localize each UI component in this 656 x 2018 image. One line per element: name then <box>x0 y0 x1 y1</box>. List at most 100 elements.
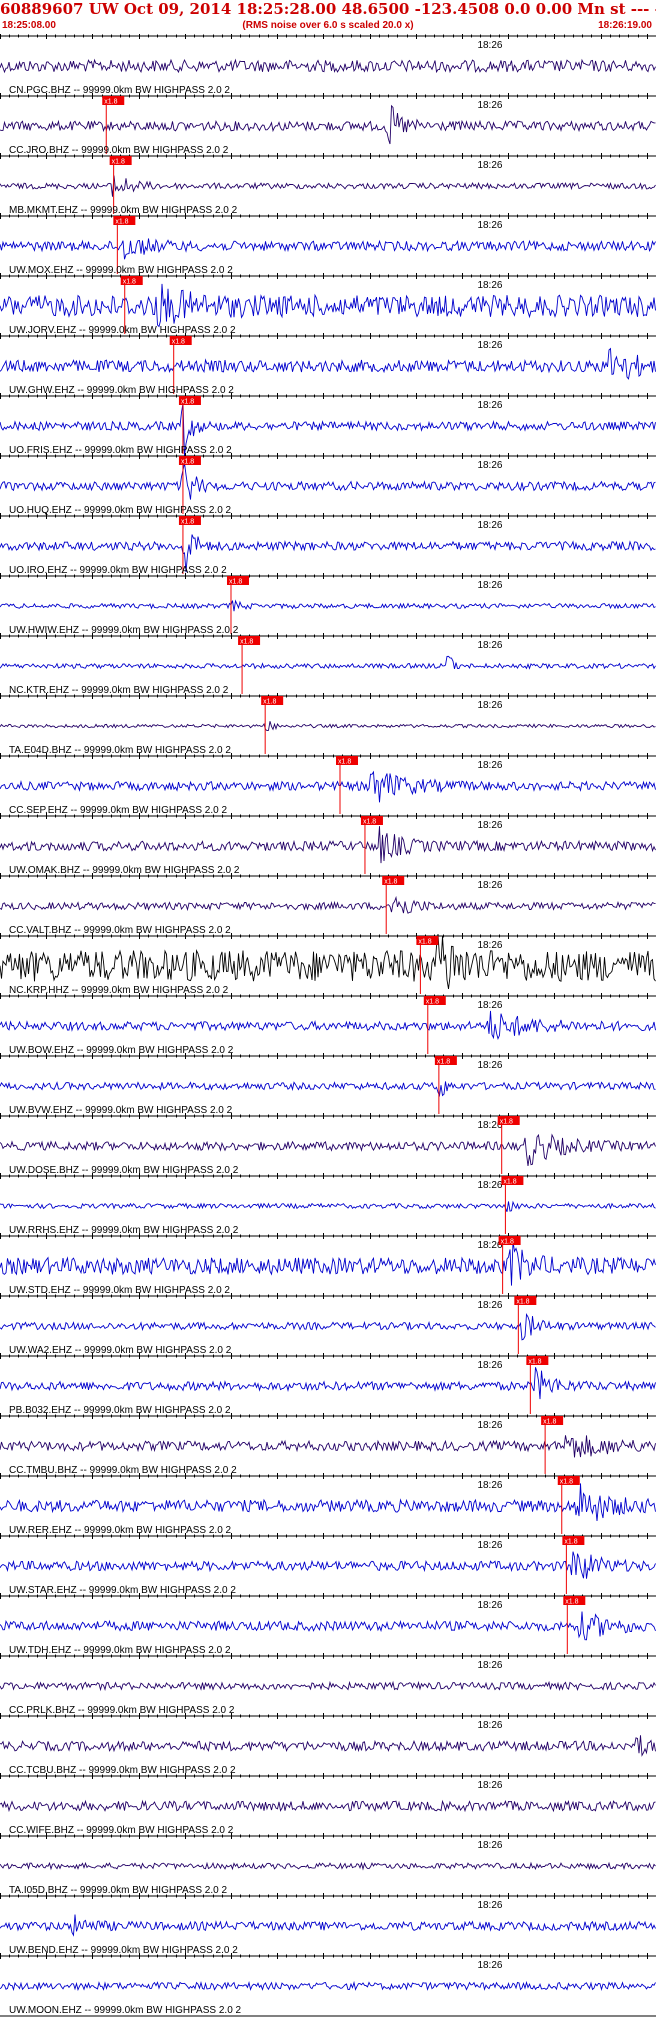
trace-panel: 18:26 TA.I05D.BHZ -- 99999.0km BW HIGHPAS… <box>0 1833 656 1896</box>
trace-panel: 18:26 UW.BEND.EHZ -- 99999.0km BW HIGHPAS… <box>0 1893 656 1956</box>
minute-label: 18:26 <box>477 40 502 51</box>
station-label: CC.PRLK.BHZ -- 99999.0km BW HIGHPASS 2.0… <box>9 1705 235 1716</box>
trace-panel: 18:26 x1.8 TA.E04D.BHZ -- 99999.0km BW HIG… <box>0 693 656 756</box>
trace-panel: 18:26 x1.8 UW.BVW.EHZ -- 99999.0km BW HIGH… <box>0 1053 656 1116</box>
trace-panel: 18:26 x1.8 UW.HWIW.EHZ -- 99999.0km BW HIG… <box>0 573 656 636</box>
minute-label: 18:26 <box>477 640 502 651</box>
trace-panel: 18:26 x1.8 UW.RRHS.EHZ -- 99999.0km BW HIG… <box>0 1173 656 1236</box>
trace-panel: 18:26x1.8UW.DOSE.BHZ -- 99999.0km BW HIG… <box>0 1113 656 1176</box>
pick-label: x1.8 <box>503 1179 516 1186</box>
pick-label: x1.8 <box>528 1359 541 1366</box>
minute-label: 18:26 <box>477 1600 502 1611</box>
waveform-trace <box>0 175 656 197</box>
waveform-trace <box>0 1914 656 1937</box>
trace-panel: 18:26 x1.8 UW.GHW.EHZ -- 99999.0km BW HIGH… <box>0 333 656 396</box>
station-label: UW.HWIW.EHZ -- 99999.0km BW HIGHPASS 2.0… <box>9 625 239 636</box>
minute-label: 18:26 <box>477 520 502 531</box>
pick-label: x1.8 <box>240 639 253 646</box>
waveform-trace <box>0 1861 656 1871</box>
pick-label: x1.8 <box>516 1299 529 1306</box>
pick-label: x1.8 <box>181 459 194 466</box>
noise-note: (RMS noise over 6.0 s scaled 20.0 x) <box>242 20 414 31</box>
minute-label: 18:26 <box>477 880 502 891</box>
station-label: UW.GHW.EHZ -- 99999.0km BW HIGHPASS 2.0 … <box>9 385 234 396</box>
waveform-trace <box>0 58 656 74</box>
pick-label: x1.8 <box>181 519 194 526</box>
station-label: NC.KTR.EHZ -- 99999.0km BW HIGHPASS 2.0 … <box>9 685 229 696</box>
pick-label: x1.8 <box>112 159 125 166</box>
station-label: UW.MOX.EHZ -- 99999.0km BW HIGHPASS 2.0 … <box>9 265 233 276</box>
waveform-trace <box>0 895 656 914</box>
minute-label: 18:26 <box>477 460 502 471</box>
minute-label: 18:26 <box>477 1180 502 1191</box>
minute-label: 18:26 <box>477 1900 502 1911</box>
waveform-trace <box>0 1081 656 1097</box>
trace-panel: 18:26 x1.8 UW.OMAK.BHZ -- 99999.0km BW HIG… <box>0 813 656 876</box>
trace-panel: 18:26 x1.8 UW.WA2.EHZ -- 99999.0km BW HIGH… <box>0 1293 656 1356</box>
minute-label: 18:26 <box>477 1360 502 1371</box>
waveform-trace <box>0 655 656 670</box>
minute-label: 18:26 <box>477 1000 502 1011</box>
waveform-trace <box>0 1241 656 1286</box>
waveform-trace <box>0 1200 656 1212</box>
station-label: UW.STAR.EHZ -- 99999.0km BW HIGHPASS 2.0… <box>9 1585 236 1596</box>
minute-label: 18:26 <box>477 1780 502 1791</box>
trace-panel: 18:26 x1.8 UW.BOW.EHZ -- 99999.0km BW HIGH… <box>0 993 656 1056</box>
waveform-trace <box>0 1435 656 1458</box>
record-header: 60889607 UW Oct 09, 2014 18:25:28.00 48.… <box>0 0 656 34</box>
trace-panel: 18:26 x1.8 PB.B032.EHZ -- 99999.0km BW HIG… <box>0 1353 656 1416</box>
trace-panel: 18:26 x1.8 CC.TMBU.BHZ -- 99999.0km BW HIG… <box>0 1413 656 1476</box>
station-label: PB.B032.EHZ -- 99999.0km BW HIGHPASS 2.0… <box>9 1405 231 1416</box>
minute-label: 18:26 <box>477 160 502 171</box>
trace-panel: 18:26 x1.8 UO.HUQ.EHZ -- 99999.0km BW HIGH… <box>0 453 656 516</box>
waveform-trace <box>0 238 656 260</box>
pick-label: x1.8 <box>418 939 431 946</box>
pick-label: x1.8 <box>501 1239 514 1246</box>
station-label: CC.VALT.BHZ -- 99999.0km BW HIGHPASS 2.0… <box>9 925 231 936</box>
minute-label: 18:26 <box>477 700 502 711</box>
station-label: UW.WA2.EHZ -- 99999.0km BW HIGHPASS 2.0 … <box>9 1345 232 1356</box>
waveform-trace <box>0 1367 656 1400</box>
station-label: UW.OMAK.BHZ -- 99999.0km BW HIGHPASS 2.0… <box>9 865 240 876</box>
minute-label: 18:26 <box>477 220 502 231</box>
trace-panel: 18:26 x1.8 UW.JORV.EHZ -- 99999.0km BW HIG… <box>0 273 656 336</box>
waveform-trace <box>0 1735 656 1757</box>
station-label: UW.TDH.EHZ -- 99999.0km BW HIGHPASS 2.0 … <box>9 1645 231 1656</box>
station-label: TA.I05D.BHZ -- 99999.0km BW HIGHPASS 2.0… <box>9 1885 227 1896</box>
station-label: MB.MKMT.EHZ -- 99999.0km BW HIGHPASS 2.0… <box>9 205 238 216</box>
trace-panel: 18:26 x1.8 MB.MKMT.EHZ -- 99999.0km BW HIG… <box>0 153 656 216</box>
event-title: 60889607 UW Oct 09, 2014 18:25:28.00 48.… <box>0 0 656 18</box>
minute-label: 18:26 <box>477 1720 502 1731</box>
station-label: UO.FRIS.EHZ -- 99999.0km BW HIGHPASS 2.0… <box>9 445 232 456</box>
pick-label: x1.8 <box>500 1119 513 1126</box>
trace-panel: 18:26 x1.8 UO.FRIS.EHZ -- 99999.0km BW HIG… <box>0 393 656 457</box>
station-label: UW.STD.EHZ -- 99999.0km BW HIGHPASS 2.0 … <box>9 1285 230 1296</box>
pick-label: x1.8 <box>565 1599 578 1606</box>
minute-label: 18:26 <box>477 1660 502 1671</box>
waveform-trace <box>0 599 656 612</box>
pick-label: x1.8 <box>115 219 128 226</box>
minute-label: 18:26 <box>477 760 502 771</box>
station-label: NC.KRP.HHZ -- 99999.0km BW HIGHPASS 2.0 … <box>9 985 229 996</box>
minute-label: 18:26 <box>477 1480 502 1491</box>
station-label: CC.JRO.BHZ -- 99999.0km BW HIGHPASS 2.0 … <box>9 145 229 156</box>
trace-panel: 18:26 CN.PGC.BHZ -- 99999.0km BW HIGHPASS… <box>0 34 656 96</box>
trace-panel: 18:26 x1.8 CC.JRO.BHZ -- 99999.0km BW HIGH… <box>0 93 656 156</box>
trace-panel: 18:26 UW.MOON.EHZ -- 99999.0km BW HIGHPAS… <box>0 1953 656 2016</box>
pick-label: x1.8 <box>426 999 439 1006</box>
minute-label: 18:26 <box>477 1840 502 1851</box>
pick-label: x1.8 <box>172 339 185 346</box>
station-label: CC.SEP.EHZ -- 99999.0km BW HIGHPASS 2.0 … <box>9 805 227 816</box>
minute-label: 18:26 <box>477 1960 502 1971</box>
pick-label: x1.8 <box>181 399 194 406</box>
minute-label: 18:26 <box>477 820 502 831</box>
station-label: UW.BVW.EHZ -- 99999.0km BW HIGHPASS 2.0 … <box>9 1105 233 1116</box>
station-label: TA.E04D.BHZ -- 99999.0km BW HIGHPASS 2.0… <box>9 745 231 756</box>
trace-panel: 18:26 x1.8 UW.TDH.EHZ -- 99999.0km BW HIGH… <box>0 1593 656 1656</box>
end-time: 18:26:19.00 <box>598 20 652 31</box>
waveform-trace <box>0 104 656 145</box>
station-label: CC.WIFE.BHZ -- 99999.0km BW HIGHPASS 2.0… <box>9 1825 234 1836</box>
waveform-trace <box>0 1980 656 1992</box>
minute-label: 18:26 <box>477 340 502 351</box>
station-label: UW.BEND.EHZ -- 99999.0km BW HIGHPASS 2.0… <box>9 1945 238 1956</box>
